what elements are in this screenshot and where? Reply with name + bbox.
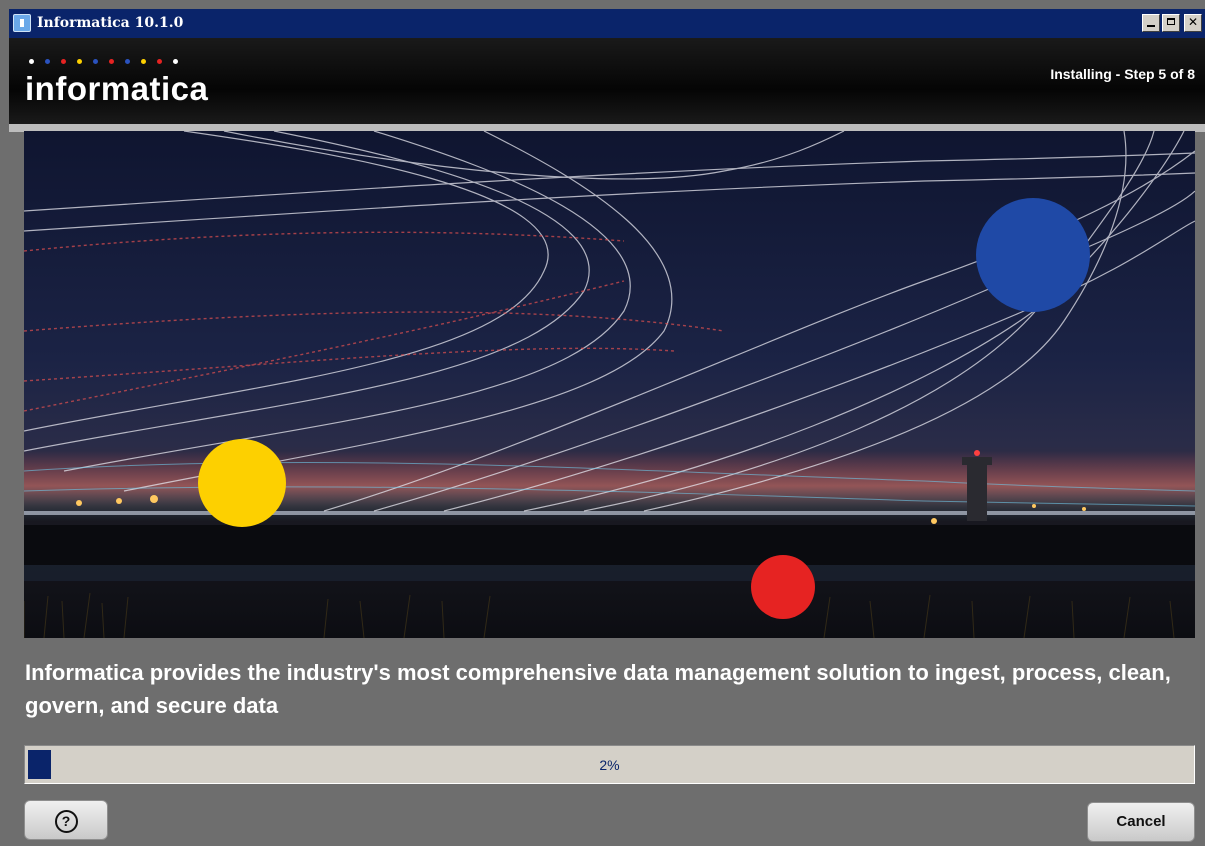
help-button[interactable]: ?	[24, 800, 108, 840]
informatica-logo: informatica	[25, 53, 225, 113]
logo-dot	[61, 59, 66, 64]
close-button[interactable]: ✕	[1184, 14, 1202, 32]
logo-dot	[77, 59, 82, 64]
cancel-button[interactable]: Cancel	[1087, 802, 1195, 842]
yellow-circle	[198, 439, 286, 527]
maximize-icon	[1167, 18, 1175, 25]
logo-wordmark: informatica	[25, 70, 209, 107]
window-titlebar: Informatica 10.1.0 ✕	[9, 9, 1205, 38]
progress-percent: 2%	[599, 757, 620, 773]
app-icon	[13, 14, 31, 32]
logo-dot	[125, 59, 130, 64]
logo-dot	[109, 59, 114, 64]
banner-image	[24, 131, 1195, 638]
logo-dot	[29, 59, 34, 64]
logo-dot	[173, 59, 178, 64]
maximize-button[interactable]	[1162, 14, 1180, 32]
install-progress-bar: 2%	[24, 745, 1195, 784]
question-circle-icon: ?	[54, 810, 78, 833]
step-indicator: Installing - Step 5 of 8	[1050, 66, 1195, 82]
logo-dot	[157, 59, 162, 64]
logo-dot	[141, 59, 146, 64]
installer-header: informatica Installing - Step 5 of 8	[9, 38, 1205, 124]
logo-dot	[45, 59, 50, 64]
blue-circle	[976, 198, 1090, 312]
red-circle	[751, 555, 815, 619]
minimize-button[interactable]	[1142, 14, 1160, 32]
logo-dot	[93, 59, 98, 64]
logo-dots	[29, 59, 189, 65]
minimize-icon	[1147, 25, 1155, 27]
close-icon: ✕	[1187, 15, 1199, 29]
marketing-tagline: Informatica provides the industry's most…	[25, 660, 1171, 718]
window-title: Informatica 10.1.0	[37, 15, 184, 31]
